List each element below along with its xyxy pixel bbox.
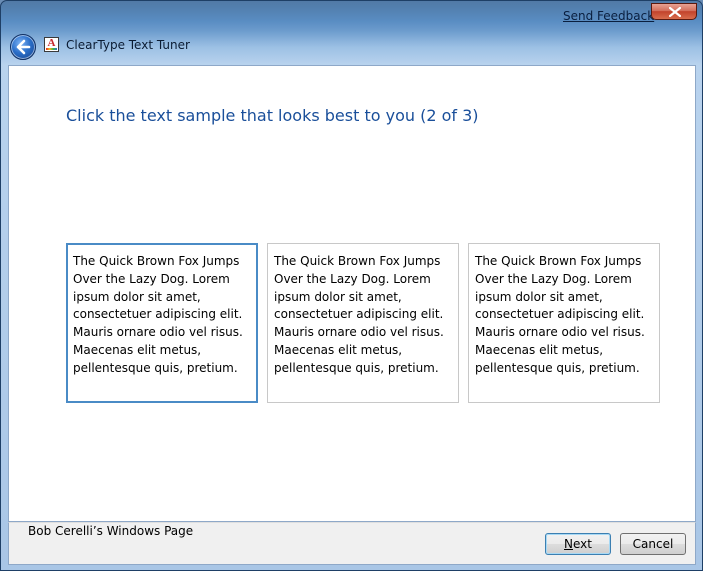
sample-line: ipsum dolor sit amet, xyxy=(475,289,603,304)
content-area: Click the text sample that looks best to… xyxy=(8,65,696,522)
sample-line: Mauris ornare odio vel risus. xyxy=(73,325,243,340)
sample-line: Over the Lazy Dog. Lorem xyxy=(73,271,230,286)
cleartype-icon: A xyxy=(44,37,59,52)
sample-line: Maecenas elit metus, xyxy=(73,342,202,357)
next-button[interactable]: Next xyxy=(545,533,611,555)
window-title: ClearType Text Tuner xyxy=(66,38,190,52)
cancel-button[interactable]: Cancel xyxy=(620,533,686,555)
next-mnemonic: N xyxy=(564,537,573,551)
sample-line: Mauris ornare odio vel risus. xyxy=(274,325,444,340)
sample-line: ipsum dolor sit amet, xyxy=(73,289,201,304)
text-sample-3[interactable]: The Quick Brown Fox Jumps Over the Lazy … xyxy=(468,243,660,403)
send-feedback-link[interactable]: Send Feedback xyxy=(563,9,654,23)
sample-line: Over the Lazy Dog. Lorem xyxy=(475,271,632,286)
footer-credit: Bob Cerelli’s Windows Page xyxy=(28,524,194,538)
sample-line: pellentesque quis, pretium. xyxy=(274,360,439,375)
sample-line: The Quick Brown Fox Jumps xyxy=(73,254,240,268)
sample-line: Maecenas elit metus, xyxy=(475,342,604,357)
sample-line: consectetuer adipiscing elit. xyxy=(475,307,645,322)
sample-line: consectetuer adipiscing elit. xyxy=(73,307,243,322)
sample-line: Mauris ornare odio vel risus. xyxy=(475,325,645,340)
next-label-rest: ext xyxy=(573,537,592,551)
close-button[interactable] xyxy=(651,3,697,20)
text-sample-2[interactable]: The Quick Brown Fox Jumps Over the Lazy … xyxy=(267,243,459,403)
back-button[interactable] xyxy=(10,34,36,60)
sample-line: Maecenas elit metus, xyxy=(274,342,403,357)
window-frame: Send Feedback A ClearType Text Tuner Cli… xyxy=(0,0,703,571)
sample-line: pellentesque quis, pretium. xyxy=(73,360,238,375)
back-arrow-icon xyxy=(16,39,31,55)
sample-line: consectetuer adipiscing elit. xyxy=(274,307,444,322)
button-bar: Bob Cerelli’s Windows Page Next Cancel xyxy=(8,522,696,565)
sample-line: The Quick Brown Fox Jumps xyxy=(274,254,441,268)
sample-line: pellentesque quis, pretium. xyxy=(475,360,640,375)
text-sample-1[interactable]: The Quick Brown Fox Jumps Over the Lazy … xyxy=(66,243,258,403)
sample-line: The Quick Brown Fox Jumps xyxy=(475,254,642,268)
sample-line: Over the Lazy Dog. Lorem xyxy=(274,271,431,286)
sample-line: ipsum dolor sit amet, xyxy=(274,289,402,304)
page-heading: Click the text sample that looks best to… xyxy=(66,106,479,125)
close-icon xyxy=(669,7,681,17)
